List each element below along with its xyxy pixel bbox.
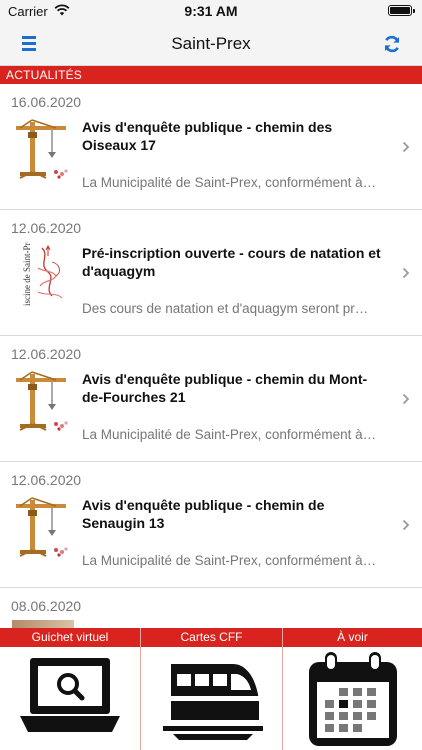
crane-icon [16, 119, 68, 179]
news-title: Avis d'enquête publique - chemin des Ois… [82, 119, 333, 153]
news-title: Pré-inscription ouverte - cours de natat… [82, 245, 381, 279]
tab-cartes-cff[interactable]: Cartes CFF [141, 628, 282, 750]
news-date: 12.06.2020 [11, 346, 82, 362]
chevron-right-icon [402, 519, 410, 531]
tab-a-voir[interactable]: À voir [283, 628, 422, 750]
news-date: 16.06.2020 [11, 94, 82, 110]
calendar-icon [309, 652, 397, 746]
news-title: Avis d'enquête publique - chemin du Mont… [82, 371, 368, 405]
news-excerpt: La Municipalité de Saint-Prex, conformém… [82, 175, 377, 190]
news-excerpt: La Municipalité de Saint-Prex, conformém… [82, 553, 377, 568]
train-icon [163, 664, 263, 740]
chevron-right-icon [402, 267, 410, 279]
tab-label: À voir [283, 628, 422, 647]
photo-thumbnail [12, 620, 74, 628]
status-bar: Carrier 9:31 AM [0, 0, 422, 22]
news-item[interactable]: 16.06.2020 Avis d'enquête publique - che… [0, 84, 422, 210]
piscine-logo-text: iscine de Saint-Prex [22, 242, 32, 306]
tab-label: Guichet virtuel [0, 628, 140, 647]
news-date: 12.06.2020 [11, 220, 82, 236]
news-item[interactable]: 12.06.2020 Avis d'enquête publique - che… [0, 462, 422, 588]
tab-label: Cartes CFF [141, 628, 282, 647]
page-title: Saint-Prex [171, 34, 251, 53]
news-item[interactable]: 12.06.2020 iscine de Saint-Prex Pré-insc… [0, 210, 422, 336]
news-date: 12.06.2020 [11, 472, 82, 488]
news-date: 08.06.2020 [11, 598, 82, 614]
chevron-right-icon [402, 141, 410, 153]
news-excerpt: Des cours de natation et d'aquagym seron… [82, 301, 369, 316]
clock-label: 9:31 AM [184, 3, 238, 19]
bottom-tab-bar: Guichet virtuel Cartes CFF À voir [0, 628, 422, 750]
news-item[interactable]: 08.06.2020 [0, 588, 422, 628]
crane-icon [16, 497, 68, 557]
refresh-icon[interactable] [382, 34, 402, 54]
section-header: ACTUALITÉS [0, 66, 422, 84]
news-item[interactable]: 12.06.2020 Avis d'enquête publique - che… [0, 336, 422, 462]
laptop-search-icon [20, 658, 120, 732]
navigation-bar: Saint-Prex [0, 22, 422, 66]
news-excerpt: La Municipalité de Saint-Prex, conformém… [82, 427, 377, 442]
tab-guichet-virtuel[interactable]: Guichet virtuel [0, 628, 140, 750]
news-title: Avis d'enquête publique - chemin de Sena… [82, 497, 325, 531]
piscine-logo: iscine de Saint-Prex [22, 242, 63, 306]
chevron-right-icon [402, 393, 410, 405]
crane-icon [16, 371, 68, 431]
news-list[interactable]: 16.06.2020 Avis d'enquête publique - che… [0, 84, 422, 628]
battery-icon [388, 5, 415, 16]
